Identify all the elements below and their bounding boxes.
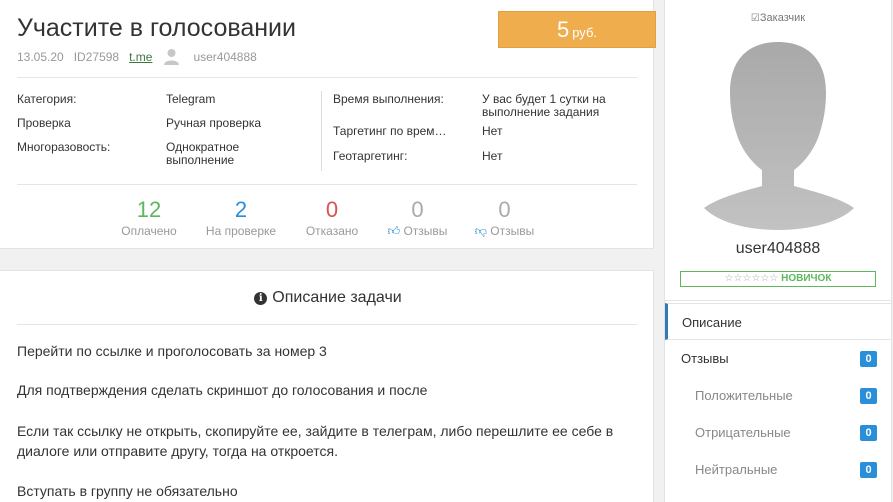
price-currency: руб. — [572, 25, 598, 40]
stat-paid-label: Оплачено — [121, 224, 177, 238]
divider — [17, 77, 637, 78]
tab-reviews-neutral[interactable]: Нейтральные 0 — [665, 451, 891, 488]
stat-negative-label: Отзывы — [490, 224, 535, 238]
stat-paid-value: 12 — [136, 197, 162, 222]
description-paragraph: Для подтверждения сделать скриншот до го… — [17, 382, 428, 398]
info-value-check: Ручная проверка — [166, 116, 262, 130]
thumbs-down-icon: 👎︎ — [474, 224, 487, 238]
neutral-count-badge: 0 — [860, 462, 877, 478]
stat-positive-value: 0 — [411, 197, 424, 222]
stat-review-value: 2 — [234, 197, 248, 222]
thumbs-up-icon: 👍︎ — [387, 224, 401, 238]
description-paragraph: Вступать в группу не обязательно — [17, 483, 238, 499]
rank-stars-icon: ☆☆☆☆☆☆ — [724, 273, 779, 284]
description-heading: i Описание задачи — [0, 289, 656, 307]
info-value-geo: Нет — [482, 149, 503, 163]
avatar — [700, 40, 857, 230]
stat-reviews-positive[interactable]: 0 👍︎ Отзывы — [380, 197, 455, 239]
tab-reviews[interactable]: Отзывы 0 — [665, 340, 891, 377]
info-label-time-targeting: Таргетинг по врем… — [333, 124, 447, 138]
info-value-category: Telegram — [166, 92, 216, 106]
info-label-check: Проверка — [17, 116, 71, 130]
task-id: ID27598 — [73, 49, 120, 64]
tab-reviews-positive[interactable]: Положительные 0 — [665, 377, 891, 414]
task-link[interactable]: t.me — [129, 50, 152, 64]
task-date: 13.05.20 — [17, 49, 64, 64]
tab-negative-label: Отрицательные — [695, 425, 791, 440]
info-label-geo: Геотаргетинг: — [333, 149, 408, 163]
stat-rejected-value: 0 — [325, 197, 339, 222]
info-label-time: Время выполнения: — [333, 92, 444, 106]
task-title: Участите в голосовании — [17, 14, 296, 42]
info-value-time-targeting: Нет — [482, 124, 503, 138]
description-paragraph: Перейти по ссылке и проголосовать за ном… — [17, 343, 327, 359]
stat-positive-label: Отзывы — [403, 224, 448, 238]
price-badge: 5 руб. — [498, 11, 656, 48]
check-square-icon: ☑ — [750, 13, 760, 24]
divider — [665, 300, 891, 301]
tab-description[interactable]: Описание — [665, 303, 891, 340]
description-paragraph: Если так ссылку не открыть, скопируйте е… — [17, 423, 614, 459]
task-author[interactable]: user404888 — [193, 50, 256, 64]
info-value-time: У вас будет 1 сутки на выполнение задани… — [482, 92, 606, 119]
info-column-divider — [321, 91, 322, 171]
info-label-category: Категория: — [17, 92, 77, 106]
sidebar-username: user404888 — [735, 240, 821, 257]
tab-positive-label: Положительные — [695, 388, 793, 403]
positive-count-badge: 0 — [860, 388, 877, 404]
description-title: Описание задачи — [272, 289, 402, 306]
tab-reviews-negative[interactable]: Отрицательные 0 — [665, 414, 891, 451]
reviews-count-badge: 0 — [860, 351, 877, 367]
tab-reviews-label: Отзывы — [681, 351, 729, 366]
rank-label: НОВИЧОК — [781, 273, 832, 284]
info-icon: i — [254, 292, 268, 305]
divider — [17, 324, 637, 325]
stat-rejected: 0 Отказано — [297, 197, 367, 238]
info-label-reusability: Многоразовость: — [17, 140, 111, 154]
rank-badge: ☆☆☆☆☆☆ НОВИЧОК — [680, 271, 876, 287]
price-amount: 5 — [556, 17, 570, 42]
stat-negative-value: 0 — [498, 197, 511, 222]
stat-rejected-label: Отказано — [305, 224, 359, 238]
stat-paid: 12 Оплачено — [110, 197, 188, 238]
stat-review: 2 На проверке — [196, 197, 286, 238]
user-icon — [164, 48, 180, 65]
task-meta: 13.05.20 ID27598 t.me user404888 — [17, 48, 257, 65]
negative-count-badge: 0 — [860, 425, 877, 441]
stat-reviews-negative[interactable]: 0 👎︎ Отзывы — [467, 197, 542, 239]
tab-description-label: Описание — [682, 315, 742, 330]
divider — [17, 184, 637, 185]
info-value-reusability: Однократное выполнение — [166, 140, 240, 167]
tab-neutral-label: Нейтральные — [695, 462, 778, 477]
customer-role: ☑Заказчик — [664, 12, 892, 24]
customer-role-label: Заказчик — [759, 12, 806, 24]
stat-review-label: На проверке — [205, 224, 277, 238]
